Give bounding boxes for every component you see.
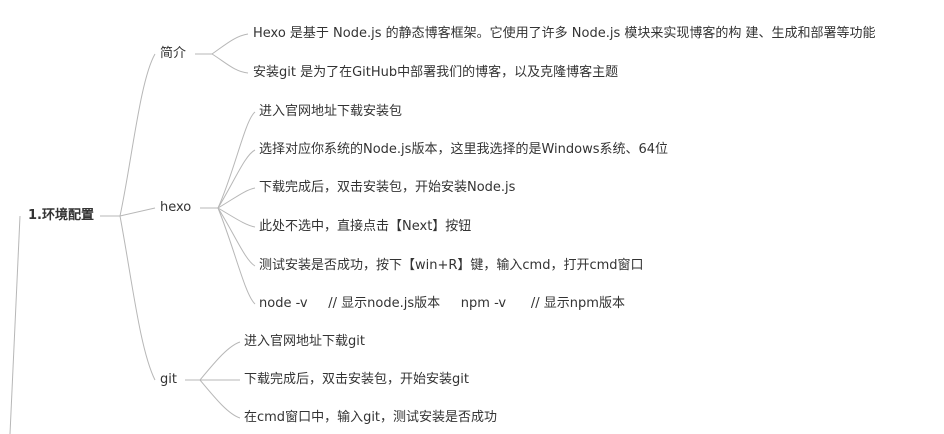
root-to-intro-line bbox=[119, 53, 156, 217]
hexo-leaf-5[interactable]: 测试安装是否成功，按下【win+R】键，输入cmd，打开cmd窗口 bbox=[259, 258, 644, 274]
trunk-line bbox=[9, 215, 21, 434]
hexo-edge-5 bbox=[217, 207, 256, 267]
hexo-edge-1 bbox=[217, 111, 256, 209]
intro-edge-2 bbox=[211, 53, 249, 74]
git-leaf-2[interactable]: 下载完成后，双击安装包，开始安装git bbox=[244, 372, 469, 388]
root-node[interactable]: 1.环境配置 bbox=[28, 208, 94, 224]
git-edge-1 bbox=[199, 341, 241, 381]
git-leaf-3[interactable]: 在cmd窗口中，输入git，测试安装是否成功 bbox=[244, 410, 497, 426]
hexo-edge-2 bbox=[217, 149, 256, 209]
root-to-hexo-line bbox=[119, 207, 156, 217]
branch-intro[interactable]: 简介 bbox=[160, 46, 186, 62]
hexo-leaf-6[interactable]: node -v // 显示node.js版本 npm -v // 显示npm版本 bbox=[259, 296, 625, 312]
git-edge-3 bbox=[199, 379, 241, 419]
hexo-leaf-4[interactable]: 此处不选中，直接点击【Next】按钮 bbox=[259, 219, 471, 235]
hexo-edge-6 bbox=[217, 207, 256, 305]
git-leaf-1[interactable]: 进入官网地址下载git bbox=[244, 334, 365, 350]
intro-leaf-1[interactable]: Hexo 是基于 Node.js 的静态博客框架。它使用了许多 Node.js … bbox=[253, 26, 875, 42]
mind-map: 1.环境配置 简介 hexo git Hexo 是基于 Node.js 的静态博… bbox=[0, 0, 944, 434]
branch-git[interactable]: git bbox=[160, 372, 177, 388]
branch-hexo[interactable]: hexo bbox=[160, 200, 191, 216]
hexo-leaf-1[interactable]: 进入官网地址下载安装包 bbox=[259, 104, 402, 120]
hexo-leaf-2[interactable]: 选择对应你系统的Node.js版本，这里我选择的是Windows系统、64位 bbox=[259, 142, 668, 158]
intro-leaf-2[interactable]: 安装git 是为了在GitHub中部署我们的博客，以及克隆博客主题 bbox=[253, 65, 618, 81]
root-to-git-line bbox=[119, 215, 156, 381]
intro-edge-1 bbox=[211, 33, 249, 55]
hexo-leaf-3[interactable]: 下载完成后，双击安装包，开始安装Node.js bbox=[259, 180, 515, 196]
